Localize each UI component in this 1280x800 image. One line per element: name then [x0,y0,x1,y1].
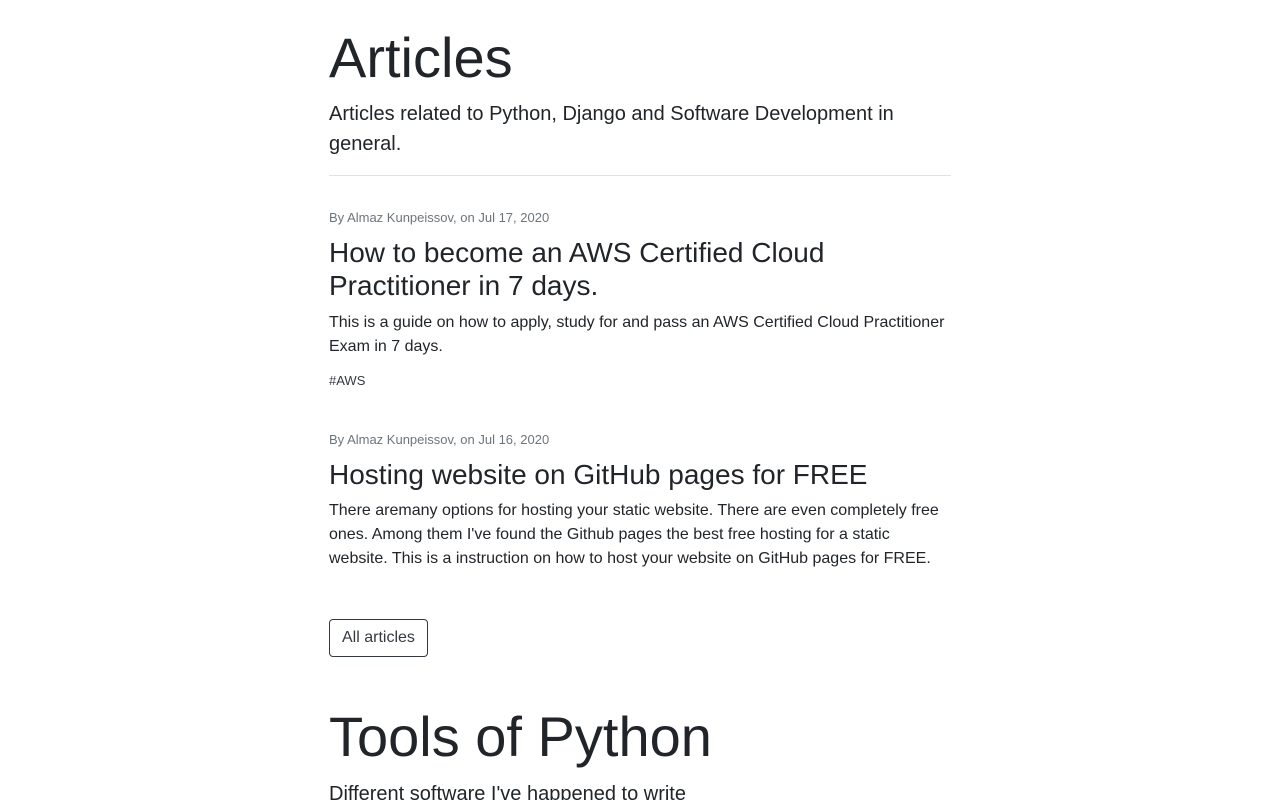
article-tags: #AWS [329,371,951,391]
tag-aws-link[interactable]: #AWS [329,373,365,388]
article-card-aws-practitioner: By Almaz Kunpeissov, on Jul 17, 2020 How… [329,208,951,390]
section-divider [329,175,951,177]
articles-section: Articles Articles related to Python, Dja… [329,24,951,658]
article-title-link[interactable]: Hosting website on GitHub pages for FREE [329,458,951,492]
tools-section-subtitle: Different software I've happened to writ… [329,782,686,800]
articles-section-subtitle: Articles related to Python, Django and S… [329,103,894,156]
main-content: Articles Articles related to Python, Dja… [329,0,951,800]
tools-section: Tools of Python Different software I've … [329,703,951,800]
articles-section-title: Articles [329,26,513,89]
all-articles-button[interactable]: All articles [329,619,428,658]
all-articles-row: All articles [329,619,951,658]
article-byline: By Almaz Kunpeissov, on Jul 17, 2020 [329,210,550,226]
article-title-link[interactable]: How to become an AWS Certified Cloud Pra… [329,236,951,303]
article-byline: By Almaz Kunpeissov, on Jul 16, 2020 [329,432,550,448]
article-card-github-pages: By Almaz Kunpeissov, on Jul 16, 2020 Hos… [329,430,951,571]
tools-section-title: Tools of Python [329,705,712,769]
article-excerpt: This is a guide on how to apply, study f… [329,313,945,355]
article-excerpt: There aremany options for hosting your s… [329,502,939,568]
